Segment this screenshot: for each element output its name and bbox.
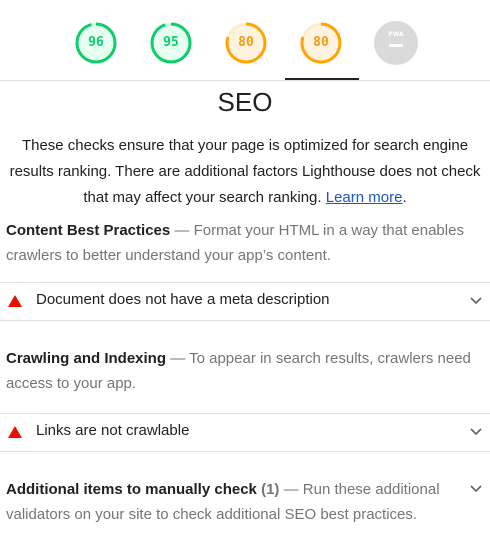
content-best-practices-group: Content Best Practices — Format your HTM…	[6, 218, 472, 268]
seo-gauge[interactable]: 80	[299, 21, 343, 65]
group-count: (1)	[261, 481, 280, 498]
group-separator: —	[283, 481, 303, 498]
chevron-down-icon[interactable]	[469, 482, 483, 496]
divider	[0, 451, 490, 452]
divider	[0, 320, 490, 321]
performance-gauge[interactable]: 96	[74, 21, 118, 65]
group-title: Content Best Practices	[6, 222, 171, 239]
description-period: .	[402, 189, 407, 206]
divider	[0, 413, 490, 414]
pwa-badge-icon	[374, 21, 418, 65]
gauge-score: 95	[163, 35, 179, 50]
audit-label: Links are not crawlable	[36, 422, 190, 439]
chevron-down-icon[interactable]	[469, 425, 483, 439]
gauge-score: 96	[88, 35, 104, 50]
group-separator: —	[170, 350, 190, 367]
pwa-dash-icon	[389, 44, 403, 47]
divider	[0, 282, 490, 283]
audit-meta-description[interactable]: Document does not have a meta descriptio…	[0, 282, 490, 321]
header-divider	[0, 80, 490, 81]
category-description: These checks ensure that your page is op…	[8, 133, 482, 211]
manual-check-group[interactable]: Additional items to manually check (1) —…	[6, 477, 466, 527]
gauge-score: 80	[313, 35, 329, 50]
group-title: Additional items to manually check	[6, 481, 257, 498]
gauge-score: 80	[238, 35, 254, 50]
description-text: These checks ensure that your page is op…	[9, 137, 481, 206]
audit-label: Document does not have a meta descriptio…	[36, 291, 330, 308]
learn-more-link[interactable]: Learn more	[326, 189, 403, 206]
pwa-label: PWA	[388, 31, 404, 38]
category-title: SEO	[217, 87, 273, 117]
best-practices-gauge[interactable]: 80	[224, 21, 268, 65]
pwa-gauge[interactable]: PWA	[374, 21, 418, 65]
fail-triangle-icon	[8, 295, 22, 307]
accessibility-gauge[interactable]: 95	[149, 21, 193, 65]
group-separator: —	[174, 222, 194, 239]
fail-triangle-icon	[8, 426, 22, 438]
chevron-down-icon[interactable]	[469, 294, 483, 308]
crawling-indexing-group: Crawling and Indexing — To appear in sea…	[6, 346, 472, 396]
category-gauges: 96 95 80 80 PWA	[0, 0, 490, 80]
group-title: Crawling and Indexing	[6, 350, 167, 367]
audit-links-crawlable[interactable]: Links are not crawlable	[0, 413, 490, 452]
